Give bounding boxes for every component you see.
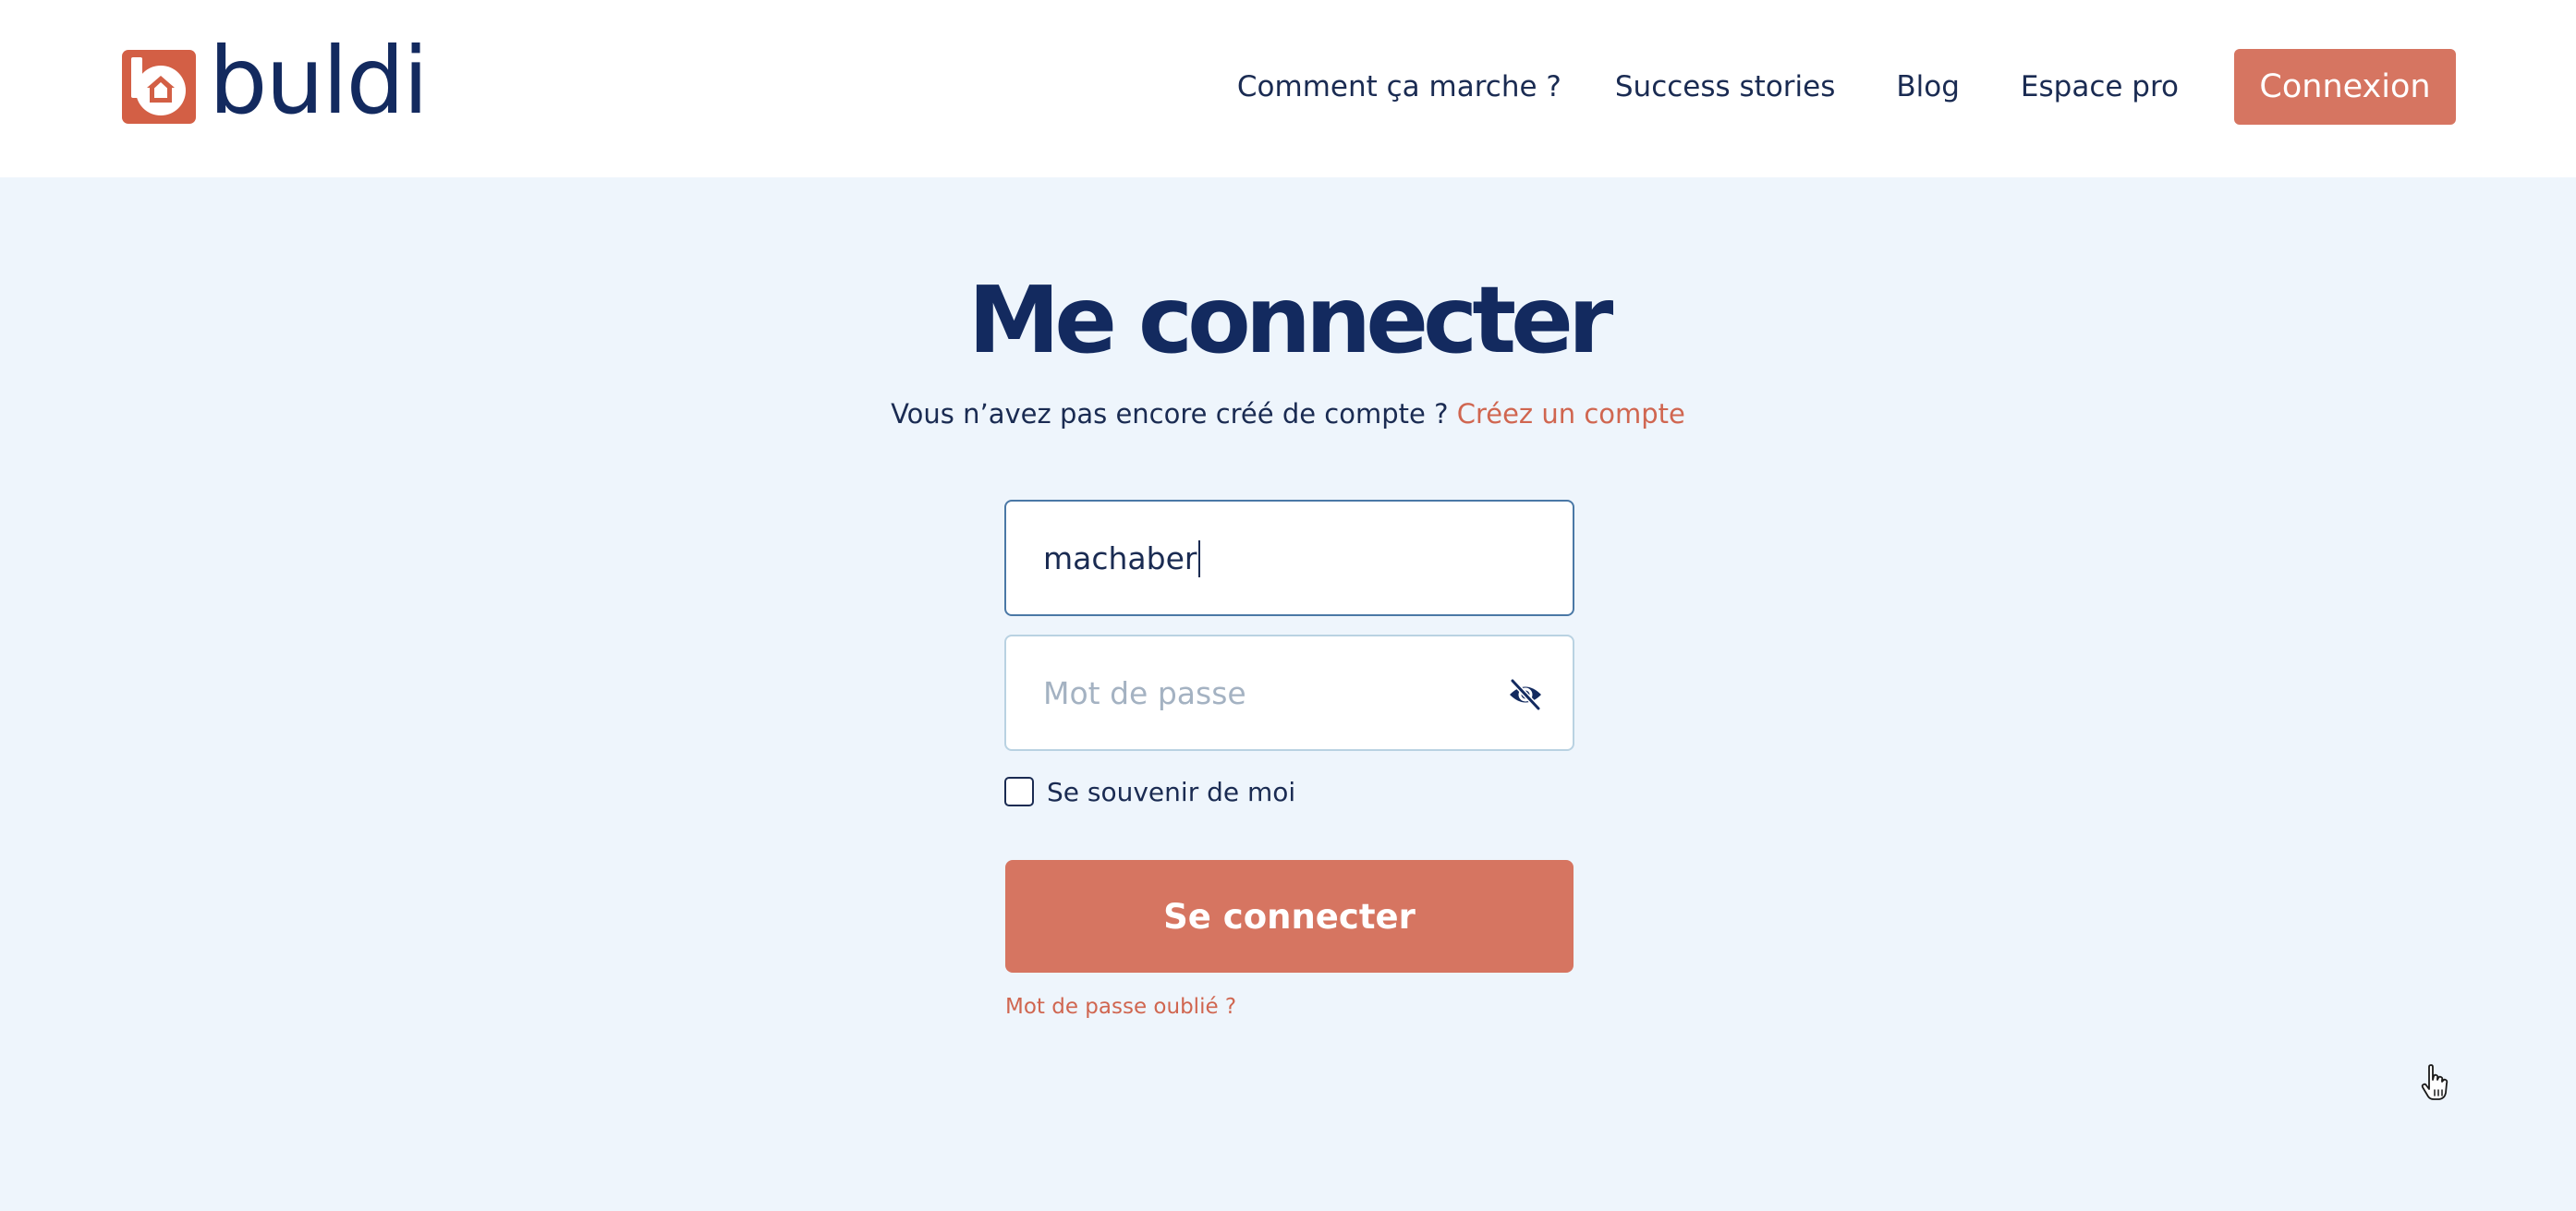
nav-link-espace-pro[interactable]: Espace pro — [2021, 70, 2179, 103]
password-field[interactable] — [1004, 635, 1574, 751]
header-login-button[interactable]: Connexion — [2234, 49, 2456, 125]
text-caret — [1198, 540, 1201, 577]
house-logo-icon — [122, 50, 196, 124]
remember-me: Se souvenir de moi — [1004, 774, 1295, 809]
username-input[interactable] — [1043, 502, 1477, 614]
hand-pointer-cursor-icon — [2421, 1064, 2448, 1100]
main-nav: Comment ça marche ? Success stories Blog… — [1237, 49, 2456, 125]
logo-wordmark: buldi — [209, 27, 429, 135]
nav-link-success-stories[interactable]: Success stories — [1615, 70, 1836, 103]
nav-link-blog[interactable]: Blog — [1896, 70, 1960, 103]
submit-login-button[interactable]: Se connecter — [1005, 860, 1574, 973]
signup-prompt: Vous n’avez pas encore créé de compte ? … — [0, 394, 2576, 434]
forgot-password-link[interactable]: Mot de passe oublié ? — [1005, 995, 1236, 1019]
remember-me-label[interactable]: Se souvenir de moi — [1047, 777, 1295, 807]
nav-link-how-it-works[interactable]: Comment ça marche ? — [1237, 70, 1561, 103]
remember-me-checkbox[interactable] — [1004, 777, 1034, 806]
create-account-link[interactable]: Créez un compte — [1457, 398, 1685, 430]
signup-prompt-text: Vous n’avez pas encore créé de compte ? — [891, 398, 1449, 430]
buldi-logo[interactable]: buldi — [122, 35, 429, 127]
eye-slash-icon[interactable] — [1508, 677, 1543, 712]
password-input[interactable] — [1043, 636, 1477, 749]
page-title: Me connecter — [967, 266, 1614, 374]
site-header: buldi Comment ça marche ? Success storie… — [0, 0, 2576, 177]
username-field[interactable] — [1004, 500, 2448, 1100]
